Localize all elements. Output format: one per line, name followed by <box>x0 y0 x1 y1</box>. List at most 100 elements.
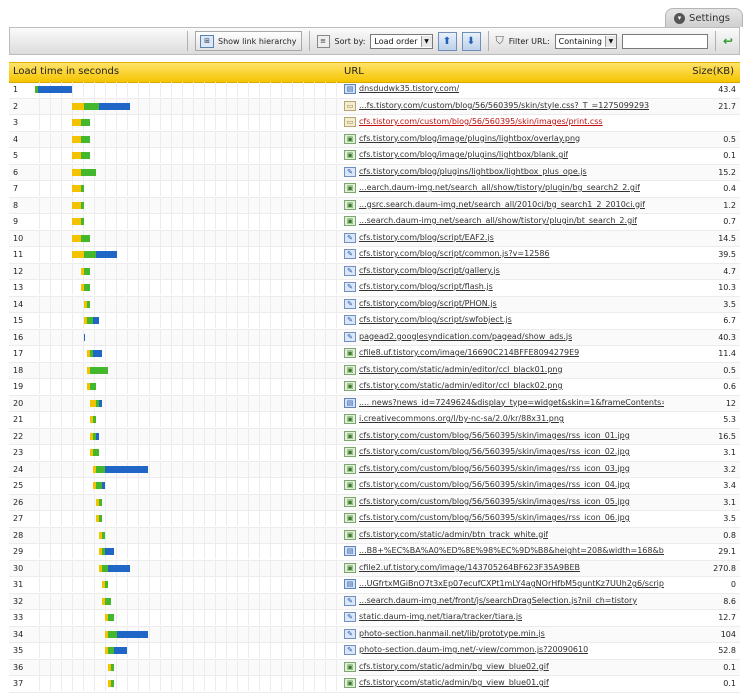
request-url-link[interactable]: cfs.tistory.com/blog/script/gallery.js <box>359 266 500 275</box>
header-url[interactable]: URL <box>344 66 364 77</box>
filter-mode-select[interactable]: Containing ▼ <box>554 33 617 49</box>
request-size: 1.2 <box>723 200 736 210</box>
request-url-link[interactable]: i.creativecommons.org/l/by-nc-sa/2.0/kr/… <box>359 414 564 423</box>
request-url-link[interactable]: cfs.tistory.com/custom/blog/56/560395/sk… <box>359 447 630 456</box>
apply-filter-icon[interactable]: ↩ <box>723 34 733 48</box>
table-row[interactable]: 24 ▣ cfs.tistory.com/custom/blog/56/560395… <box>9 461 740 478</box>
table-row[interactable]: 1 ▤ dnsdudwk35.tistory.com/43.4 <box>9 82 740 99</box>
request-url-link[interactable]: ...gsrc.search.daum-img.net/search_all/2… <box>359 200 645 209</box>
request-url-link[interactable]: cfs.tistory.com/blog/script/swfobject.js <box>359 315 512 324</box>
table-row[interactable]: 17 ▣ cfile8.uf.tistory.com/image/16690C214… <box>9 346 740 363</box>
table-row[interactable]: 5 ▣ cfs.tistory.com/blog/image/plugins/lig… <box>9 148 740 165</box>
js-file-icon: ✎ <box>344 282 356 292</box>
load-timeline <box>29 395 339 411</box>
load-timeline <box>29 197 339 213</box>
table-row[interactable]: 30 ▣ cfile2.uf.tistory.com/image/143705264… <box>9 560 740 577</box>
request-url-link[interactable]: cfs.tistory.com/static/admin/editor/ccl_… <box>359 365 563 374</box>
request-url-link[interactable]: cfile2.uf.tistory.com/image/143705264BF6… <box>359 563 580 572</box>
table-row[interactable]: 33 ✎ static.daum-img.net/tiara/tracker/tia… <box>9 610 740 627</box>
request-url-link[interactable]: cfs.tistory.com/blog/script/PHON.js <box>359 299 497 308</box>
request-url-link[interactable]: pagead2.googlesyndication.com/pagead/sho… <box>359 332 572 341</box>
load-timeline <box>29 362 339 378</box>
filter-url-input[interactable] <box>621 33 708 49</box>
show-link-hierarchy-button[interactable]: ⊞ Show link hierarchy <box>195 31 302 51</box>
request-url-link[interactable]: static.daum-img.net/tiara/tracker/tiara.… <box>359 612 522 621</box>
request-url-link[interactable]: cfs.tistory.com/custom/blog/56/560395/sk… <box>359 480 630 489</box>
settings-tab[interactable]: ▾ Settings <box>664 8 743 27</box>
request-url-link[interactable]: cfs.tistory.com/custom/blog/56/560395/sk… <box>359 431 630 440</box>
table-row[interactable]: 23 ▣ cfs.tistory.com/custom/blog/56/560395… <box>9 445 740 462</box>
header-load-time[interactable]: Load time in seconds <box>13 66 119 77</box>
table-row[interactable]: 28 ▣ cfs.tistory.com/static/admin/btn_trac… <box>9 527 740 544</box>
table-row[interactable]: 37 ▣ cfs.tistory.com/static/admin/bg_view_… <box>9 676 740 693</box>
request-url-link[interactable]: cfs.tistory.com/blog/plugins/lightbox/li… <box>359 167 587 176</box>
table-row[interactable]: 27 ▣ cfs.tistory.com/custom/blog/56/560395… <box>9 511 740 528</box>
jpg-file-icon: ▣ <box>344 496 356 507</box>
request-url-link[interactable]: cfs.tistory.com/custom/blog/56/560395/sk… <box>359 117 603 126</box>
table-row[interactable]: 35 ✎ photo-section.daum-img.net/-view/comm… <box>9 643 740 660</box>
table-row[interactable]: 11 ✎ cfs.tistory.com/blog/script/common.js… <box>9 247 740 264</box>
request-url-link[interactable]: ...UGfrtxMGiBnO7t3xEp07ecufCXPt1mLY4agNO… <box>359 579 664 588</box>
row-number: 3 <box>13 118 19 127</box>
request-url-link[interactable]: cfs.tistory.com/static/admin/bg_view_blu… <box>359 662 549 671</box>
request-url-link[interactable]: cfs.tistory.com/blog/script/common.js?v=… <box>359 249 550 258</box>
table-row[interactable]: 9 ▣ ...search.daum-img.net/search_all/show… <box>9 214 740 231</box>
gif-file-icon: ▣ <box>344 150 356 160</box>
request-url-link[interactable]: ...search.daum-img.net/front/js/searchDr… <box>359 596 637 605</box>
download-segment <box>38 86 72 93</box>
request-url-link[interactable]: cfs.tistory.com/static/admin/bg_view_blu… <box>359 678 549 687</box>
js-file-icon: ✎ <box>344 249 356 259</box>
download-segment <box>105 548 115 555</box>
sort-ascending-button[interactable]: ⬆ <box>437 31 457 51</box>
html-file-icon: ▤ <box>344 397 356 408</box>
table-row[interactable]: 10 ✎ cfs.tistory.com/blog/script/EAF2.js 14… <box>9 230 740 247</box>
request-url-link[interactable]: cfs.tistory.com/blog/script/EAF2.js <box>359 233 494 242</box>
table-row[interactable]: 32 ✎ ...search.daum-img.net/front/js/searc… <box>9 593 740 610</box>
table-row[interactable]: 15 ✎ cfs.tistory.com/blog/script/swfobject… <box>9 313 740 330</box>
request-url-link[interactable]: ...search.daum-img.net/search_all/show/t… <box>359 216 637 225</box>
header-size[interactable]: Size(KB) <box>692 66 734 77</box>
request-url-link[interactable]: .... news?news_id=7249624&display_type=w… <box>359 398 664 407</box>
request-url-link[interactable]: cfs.tistory.com/custom/blog/56/560395/sk… <box>359 513 630 522</box>
request-url-link[interactable]: cfs.tistory.com/blog/image/plugins/light… <box>359 150 568 159</box>
table-row[interactable]: 18 ▣ cfs.tistory.com/static/admin/editor/c… <box>9 362 740 379</box>
table-row[interactable]: 20 ▤.... news?news_id=7249624&display_typ… <box>9 395 740 412</box>
table-row[interactable]: 25 ▣ cfs.tistory.com/custom/blog/56/560395… <box>9 478 740 495</box>
request-url-link[interactable]: cfile8.uf.tistory.com/image/16690C214BFF… <box>359 348 579 357</box>
request-size: 16.5 <box>718 431 736 441</box>
request-url-link[interactable]: photo-section.daum-img.net/-view/common.… <box>359 645 588 654</box>
table-row[interactable]: 26 ▣ cfs.tistory.com/custom/blog/56/560395… <box>9 494 740 511</box>
request-url-link[interactable]: cfs.tistory.com/blog/image/plugins/light… <box>359 134 580 143</box>
table-row[interactable]: 4 ▣ cfs.tistory.com/blog/image/plugins/lig… <box>9 131 740 148</box>
table-row[interactable]: 12 ✎ cfs.tistory.com/blog/script/gallery.j… <box>9 263 740 280</box>
sort-descending-button[interactable]: ⬇ <box>461 31 481 51</box>
table-row[interactable]: 8 ▣ ...gsrc.search.daum-img.net/search_all… <box>9 197 740 214</box>
sort-select[interactable]: Load order ▼ <box>370 33 433 49</box>
table-row[interactable]: 14 ✎ cfs.tistory.com/blog/script/PHON.js 3.… <box>9 296 740 313</box>
table-row[interactable]: 2 ▭ ...fs.tistory.com/custom/blog/56/56039… <box>9 98 740 115</box>
request-url-link[interactable]: cfs.tistory.com/custom/blog/56/560395/sk… <box>359 497 630 506</box>
table-row[interactable]: 6 ✎ cfs.tistory.com/blog/plugins/lightbox/… <box>9 164 740 181</box>
request-url-link[interactable]: ...B8+%EC%BA%A0%ED%8E%98%EC%9D%B8&height… <box>359 546 664 555</box>
request-url-link[interactable]: cfs.tistory.com/static/admin/editor/ccl_… <box>359 381 563 390</box>
table-row[interactable]: 31 ▤ ...UGfrtxMGiBnO7t3xEp07ecufCXPt1mLY4a… <box>9 577 740 594</box>
table-row[interactable]: 34 ✎ photo-section.hanmail.net/lib/prototy… <box>9 626 740 643</box>
table-row[interactable]: 16 ✎ pagead2.googlesyndication.com/pagead/… <box>9 329 740 346</box>
table-row[interactable]: 36 ▣ cfs.tistory.com/static/admin/bg_view_… <box>9 659 740 676</box>
request-url-link[interactable]: cfs.tistory.com/custom/blog/56/560395/sk… <box>359 464 630 473</box>
request-url-link[interactable]: ...earch.daum-img.net/search_all/show/ti… <box>359 183 640 192</box>
table-row[interactable]: 3 ▭ cfs.tistory.com/custom/blog/56/560395/… <box>9 115 740 132</box>
request-url-link[interactable]: cfs.tistory.com/blog/script/flash.js <box>359 282 493 291</box>
request-url-link[interactable]: cfs.tistory.com/static/admin/btn_track_w… <box>359 530 548 539</box>
load-timeline <box>29 626 339 642</box>
request-url-link[interactable]: photo-section.hanmail.net/lib/prototype.… <box>359 629 545 638</box>
table-row[interactable]: 13 ✎ cfs.tistory.com/blog/script/flash.js 1… <box>9 280 740 297</box>
table-row[interactable]: 19 ▣ cfs.tistory.com/static/admin/editor/c… <box>9 379 740 396</box>
table-row[interactable]: 7 ▣ ...earch.daum-img.net/search_all/show/… <box>9 181 740 198</box>
table-row[interactable]: 29 ▤ ...B8+%EC%BA%A0%ED%8E%98%EC%9D%B8&hei… <box>9 544 740 561</box>
load-timeline <box>29 296 339 312</box>
request-url-link[interactable]: dnsdudwk35.tistory.com/ <box>359 84 459 93</box>
table-row[interactable]: 22 ▣ cfs.tistory.com/custom/blog/56/560395… <box>9 428 740 445</box>
request-url-link[interactable]: ...fs.tistory.com/custom/blog/56/560395/… <box>359 101 649 110</box>
table-row[interactable]: 21 ▣ i.creativecommons.org/l/by-nc-sa/2.0/… <box>9 412 740 429</box>
